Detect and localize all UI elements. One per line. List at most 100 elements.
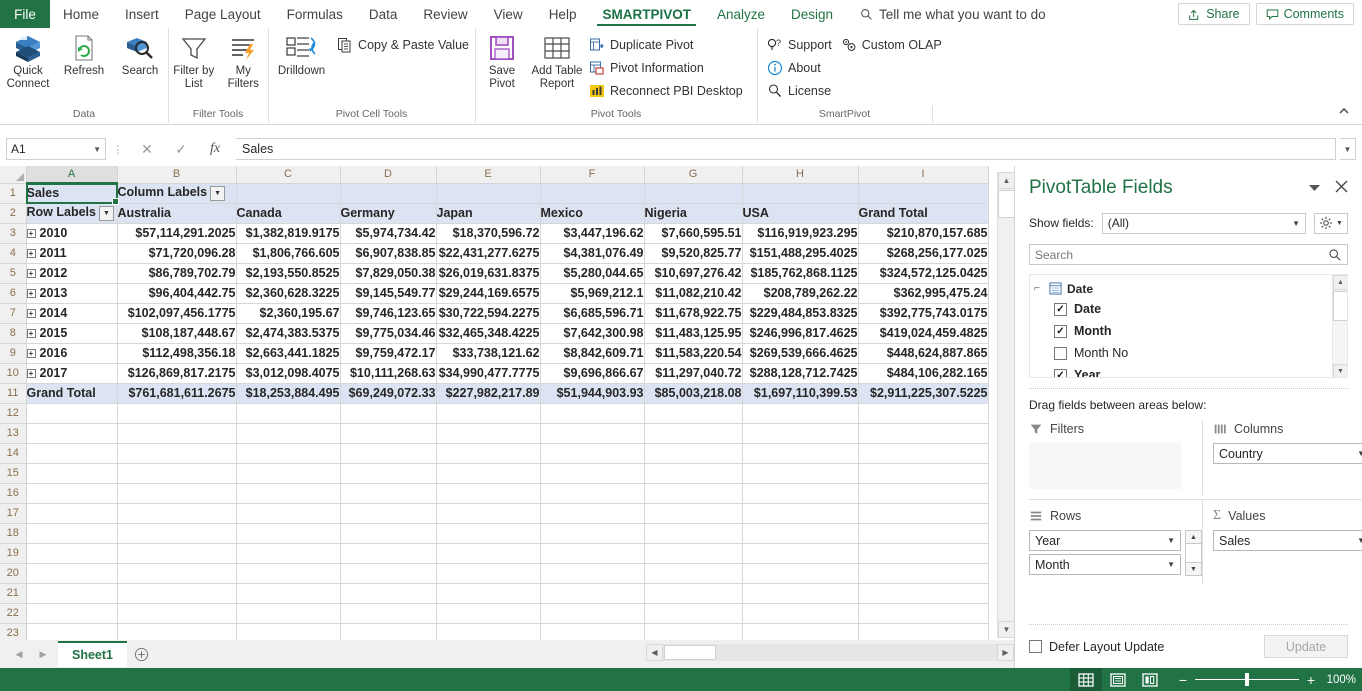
- empty-cell[interactable]: [340, 543, 436, 563]
- empty-cell[interactable]: [26, 563, 117, 583]
- value-cell[interactable]: $392,775,743.0175: [858, 303, 988, 323]
- empty-cell[interactable]: [644, 583, 742, 603]
- sheet-tab-sheet1[interactable]: Sheet1: [58, 641, 127, 667]
- empty-cell[interactable]: [117, 443, 236, 463]
- grand-total-value[interactable]: $18,253,884.495: [236, 383, 340, 403]
- row-header-7[interactable]: 7: [0, 303, 26, 323]
- checkbox-year[interactable]: ✓: [1054, 369, 1067, 379]
- empty-cell[interactable]: [340, 443, 436, 463]
- empty-cell[interactable]: [236, 623, 340, 640]
- row-header-14[interactable]: 14: [0, 443, 26, 463]
- empty-cell[interactable]: [742, 603, 858, 623]
- row-label-2017[interactable]: +2017: [26, 363, 117, 383]
- empty-cell[interactable]: [436, 423, 540, 443]
- row-header-20[interactable]: 20: [0, 563, 26, 583]
- empty-cell[interactable]: [340, 483, 436, 503]
- tab-help[interactable]: Help: [536, 0, 590, 28]
- value-cell[interactable]: $18,370,596.72: [436, 223, 540, 243]
- value-cell[interactable]: $11,483,125.95: [644, 323, 742, 343]
- empty-cell[interactable]: [644, 603, 742, 623]
- cell-f1[interactable]: [540, 183, 644, 203]
- row-label-2014[interactable]: +2014: [26, 303, 117, 323]
- row-header-6[interactable]: 6: [0, 283, 26, 303]
- row-label-2010[interactable]: +2010: [26, 223, 117, 243]
- name-box-resize-handle[interactable]: ⋮: [110, 143, 126, 156]
- zoom-control[interactable]: − +: [1166, 672, 1324, 688]
- value-cell[interactable]: $108,187,448.67: [117, 323, 236, 343]
- empty-cell[interactable]: [742, 423, 858, 443]
- field-item-month[interactable]: ✓Month: [1034, 320, 1347, 342]
- column-header-cell-nigeria[interactable]: Nigeria: [644, 203, 742, 223]
- value-cell[interactable]: $32,465,348.4225: [436, 323, 540, 343]
- value-cell[interactable]: $185,762,868.1125: [742, 263, 858, 283]
- rows-area-scroll-spinner[interactable]: ▲ ▼: [1185, 530, 1202, 576]
- empty-cell[interactable]: [644, 403, 742, 423]
- empty-cell[interactable]: [26, 523, 117, 543]
- empty-cell[interactable]: [117, 543, 236, 563]
- column-labels-filter-button[interactable]: ▼: [210, 186, 225, 201]
- grand-total-value[interactable]: $85,003,218.08: [644, 383, 742, 403]
- empty-cell[interactable]: [236, 503, 340, 523]
- area-values[interactable]: Σ Values Sales ▼: [1202, 499, 1362, 584]
- empty-cell[interactable]: [340, 523, 436, 543]
- empty-cell[interactable]: [236, 563, 340, 583]
- show-fields-select[interactable]: (All) ▼: [1102, 213, 1306, 234]
- row-header-16[interactable]: 16: [0, 483, 26, 503]
- field-search-input[interactable]: Search: [1029, 244, 1348, 265]
- area-columns-dropzone[interactable]: Country ▼: [1213, 443, 1362, 487]
- empty-cell[interactable]: [540, 483, 644, 503]
- column-header-cell-germany[interactable]: Germany: [340, 203, 436, 223]
- quick-connect-button[interactable]: Quick Connect: [0, 28, 56, 102]
- empty-cell[interactable]: [742, 623, 858, 640]
- tab-review[interactable]: Review: [410, 0, 480, 28]
- column-header-a[interactable]: A: [26, 166, 117, 183]
- empty-cell[interactable]: [236, 483, 340, 503]
- value-cell[interactable]: $11,082,210.42: [644, 283, 742, 303]
- column-header-c[interactable]: C: [236, 166, 340, 183]
- empty-cell[interactable]: [26, 483, 117, 503]
- tab-analyze[interactable]: Analyze: [704, 0, 778, 28]
- field-item-month-no[interactable]: Month No: [1034, 342, 1347, 364]
- empty-cell[interactable]: [858, 603, 988, 623]
- empty-cell[interactable]: [858, 423, 988, 443]
- empty-cell[interactable]: [436, 623, 540, 640]
- empty-cell[interactable]: [117, 623, 236, 640]
- select-all-corner[interactable]: [0, 166, 26, 183]
- row-header-17[interactable]: 17: [0, 503, 26, 523]
- empty-cell[interactable]: [742, 403, 858, 423]
- panel-close-button[interactable]: [1335, 180, 1348, 197]
- collapse-group-icon[interactable]: ⌐: [1034, 283, 1044, 294]
- expand-plus-icon[interactable]: +: [27, 289, 36, 298]
- row-header-11[interactable]: 11: [0, 383, 26, 403]
- row-header-18[interactable]: 18: [0, 523, 26, 543]
- grand-total-value[interactable]: $2,911,225,307.5225: [858, 383, 988, 403]
- empty-cell[interactable]: [858, 483, 988, 503]
- value-cell[interactable]: $362,995,475.24: [858, 283, 988, 303]
- value-cell[interactable]: $7,660,595.51: [644, 223, 742, 243]
- empty-cell[interactable]: [742, 443, 858, 463]
- row-header-12[interactable]: 12: [0, 403, 26, 423]
- value-cell[interactable]: $29,244,169.6575: [436, 283, 540, 303]
- zoom-out-button[interactable]: −: [1178, 672, 1188, 688]
- normal-view-button[interactable]: [1070, 668, 1102, 691]
- value-cell[interactable]: $9,775,034.46: [340, 323, 436, 343]
- page-break-view-button[interactable]: [1134, 668, 1166, 691]
- field-list-scroll-up[interactable]: ▲: [1333, 275, 1348, 290]
- column-header-f[interactable]: F: [540, 166, 644, 183]
- field-item-year[interactable]: ✓Year: [1034, 364, 1347, 378]
- field-list-scroll-down[interactable]: ▼: [1333, 364, 1348, 378]
- tab-design[interactable]: Design: [778, 0, 846, 28]
- rows-scroll-up-button[interactable]: ▲: [1185, 530, 1202, 544]
- value-cell[interactable]: $4,381,076.49: [540, 243, 644, 263]
- value-cell[interactable]: $11,583,220.54: [644, 343, 742, 363]
- empty-cell[interactable]: [436, 443, 540, 463]
- area-rows-dropzone[interactable]: Year ▼ Month ▼ ▲ ▼: [1029, 530, 1202, 578]
- confirm-formula-button[interactable]: ✓: [164, 137, 198, 161]
- value-cell[interactable]: $10,697,276.42: [644, 263, 742, 283]
- tab-insert[interactable]: Insert: [112, 0, 172, 28]
- empty-cell[interactable]: [436, 543, 540, 563]
- column-header-i[interactable]: I: [858, 166, 988, 183]
- value-cell[interactable]: $1,382,819.9175: [236, 223, 340, 243]
- empty-cell[interactable]: [858, 463, 988, 483]
- field-item-date[interactable]: ✓Date: [1034, 298, 1347, 320]
